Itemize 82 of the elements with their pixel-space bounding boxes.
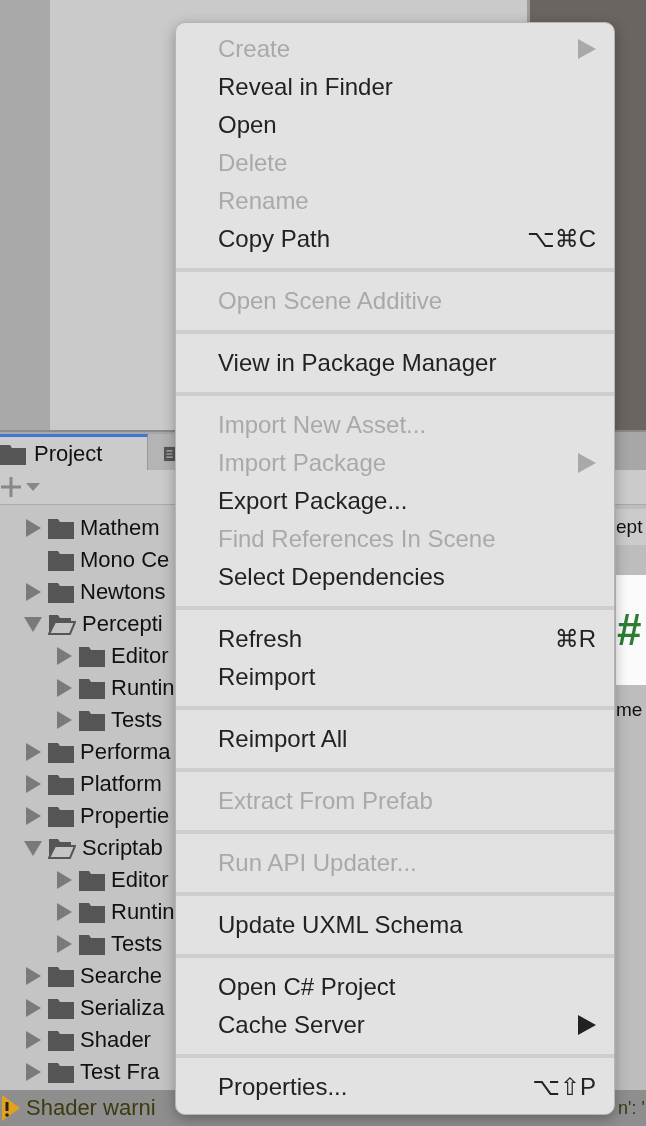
folder-label[interactable]: Searche	[80, 963, 162, 989]
expand-arrow-icon[interactable]	[24, 743, 42, 761]
expand-arrow-icon[interactable]	[55, 935, 73, 953]
folder-label[interactable]: Tests	[111, 931, 163, 957]
folder-icon	[48, 741, 74, 763]
folder-label[interactable]: Tests	[111, 707, 163, 733]
expand-arrow-icon[interactable]	[24, 1063, 42, 1081]
folder-label[interactable]: Test Fra	[80, 1059, 160, 1085]
breadcrumb[interactable]: ept	[616, 509, 646, 545]
menu-item[interactable]: Reimport All	[176, 720, 614, 758]
menu-item[interactable]: View in Package Manager	[176, 344, 614, 382]
expand-arrow-icon[interactable]	[24, 807, 42, 825]
expand-arrow-icon[interactable]	[55, 871, 73, 889]
folder-icon	[48, 517, 74, 539]
folder-label[interactable]: Editor	[111, 643, 169, 669]
expand-arrow-icon[interactable]	[55, 903, 73, 921]
open-folder-icon	[48, 837, 76, 859]
folder-label[interactable]: Propertie	[80, 803, 170, 829]
folder-label[interactable]: Newtons	[80, 579, 166, 605]
folder-icon	[0, 442, 26, 465]
status-message: Shader warni	[26, 1095, 156, 1121]
shortcut-label: ⌥⇧P	[532, 1073, 596, 1101]
folder-icon	[79, 933, 105, 955]
expand-arrow-icon[interactable]	[24, 967, 42, 985]
folder-label[interactable]: Platform	[80, 771, 162, 797]
submenu-arrow-icon	[578, 39, 596, 59]
asset-label: me	[616, 699, 644, 721]
expand-arrow-icon[interactable]	[24, 519, 42, 537]
folder-label[interactable]: Shader	[80, 1027, 151, 1053]
expand-arrow-icon[interactable]	[24, 1031, 42, 1049]
folder-icon	[48, 805, 74, 827]
menu-item[interactable]: Refresh ⌘R	[176, 620, 614, 658]
folder-icon	[79, 709, 105, 731]
folder-icon	[79, 645, 105, 667]
expand-arrow-icon[interactable]	[55, 711, 73, 729]
submenu-arrow-icon	[578, 453, 596, 473]
menu-item[interactable]: Export Package...	[176, 482, 614, 520]
folder-icon	[48, 581, 74, 603]
expand-arrow-icon[interactable]	[24, 583, 42, 601]
menu-item[interactable]: Reimport	[176, 658, 614, 696]
asset-thumbnail[interactable]: #	[616, 575, 646, 685]
folder-icon	[79, 901, 105, 923]
panel-tab[interactable]: Project	[0, 434, 148, 470]
shortcut-label: ⌥⌘C	[527, 225, 596, 253]
folder-icon	[79, 869, 105, 891]
expand-arrow-icon[interactable]	[55, 679, 73, 697]
shortcut-label: ⌘R	[554, 625, 596, 653]
menu-item[interactable]: Reveal in Finder	[176, 68, 614, 106]
folder-label[interactable]: Serializa	[80, 995, 165, 1021]
menu-item[interactable]: Select Dependencies	[176, 558, 614, 596]
menu-item[interactable]: Copy Path ⌥⌘C	[176, 220, 614, 258]
folder-label[interactable]: Scriptab	[82, 835, 163, 861]
menu-item[interactable]: Cache Server	[176, 1006, 614, 1044]
expand-arrow-icon[interactable]	[24, 999, 42, 1017]
submenu-arrow-icon	[578, 1015, 596, 1035]
folder-label[interactable]: Mathem	[80, 515, 160, 541]
folder-icon	[48, 1029, 74, 1051]
folder-label[interactable]: Mono Ce	[80, 547, 170, 573]
folder-label[interactable]: Runtin	[111, 899, 175, 925]
open-folder-icon	[48, 613, 76, 635]
menu-item[interactable]: Open	[176, 106, 614, 144]
folder-label[interactable]: Runtin	[111, 675, 175, 701]
caret-icon[interactable]	[26, 483, 40, 491]
expand-arrow-icon[interactable]	[24, 775, 42, 793]
status-message: n': '	[618, 1097, 645, 1119]
folder-icon	[48, 773, 74, 795]
add-icon[interactable]	[0, 476, 22, 498]
expand-arrow-icon[interactable]	[55, 647, 73, 665]
collapse-arrow-icon[interactable]	[24, 839, 42, 857]
folder-icon	[48, 1061, 74, 1083]
menu-item[interactable]: Open C# Project	[176, 968, 614, 1006]
folder-label[interactable]: Percepti	[82, 611, 163, 637]
menu-item[interactable]: Properties... ⌥⇧P	[176, 1068, 614, 1106]
folder-label[interactable]: Editor	[111, 867, 169, 893]
folder-icon	[79, 677, 105, 699]
warning-icon	[0, 1095, 20, 1121]
folder-icon	[48, 997, 74, 1019]
menu-item[interactable]: Update UXML Schema	[176, 906, 614, 944]
folder-icon	[48, 549, 74, 571]
folder-icon	[48, 965, 74, 987]
folder-label[interactable]: Performa	[80, 739, 171, 765]
collapse-arrow-icon[interactable]	[24, 615, 42, 633]
